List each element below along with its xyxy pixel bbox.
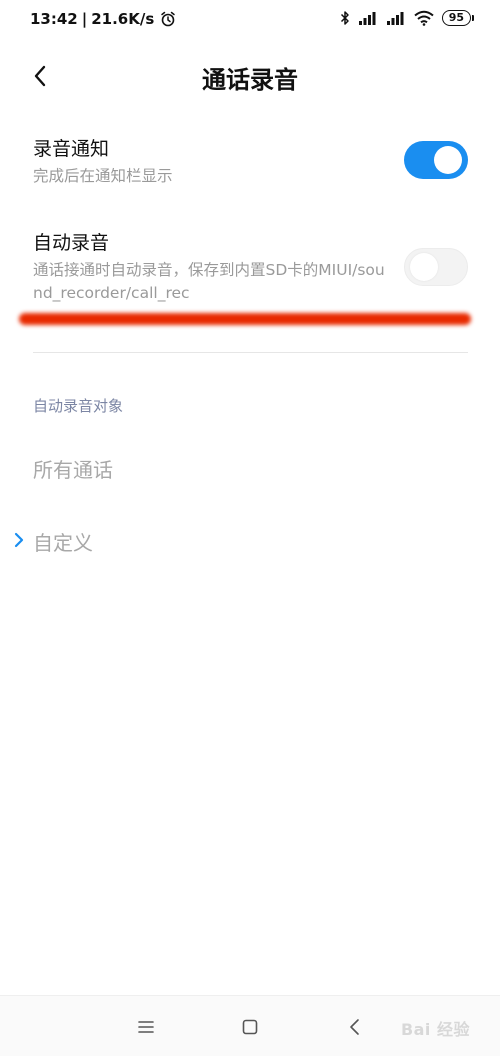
battery-level: 95 xyxy=(441,10,471,26)
signal-icon xyxy=(358,11,378,25)
status-right: 95 xyxy=(340,10,474,26)
status-time: 13:42 xyxy=(30,10,78,28)
back-nav-button[interactable] xyxy=(343,1016,367,1038)
battery-tip xyxy=(472,15,474,21)
nav-header: 通话录音 xyxy=(0,50,500,102)
signal-icon-2 xyxy=(386,11,406,25)
divider xyxy=(33,352,468,353)
recording-notification-toggle[interactable] xyxy=(404,141,468,179)
home-button[interactable] xyxy=(238,1016,262,1038)
status-bar: 13:42 | 21.6K/s 95 xyxy=(0,0,500,40)
status-left: 13:42 | 21.6K/s xyxy=(30,10,176,28)
setting-title: 录音通知 xyxy=(33,138,110,160)
annotation-underline xyxy=(19,313,471,325)
baidu-watermark: Bai 经验 xyxy=(400,1020,470,1039)
auto-recording-toggle[interactable] xyxy=(404,248,468,286)
toggle-knob xyxy=(410,253,438,281)
status-separator: | xyxy=(81,10,88,28)
page-title: 通话录音 xyxy=(202,66,298,94)
option-custom[interactable]: 自定义 xyxy=(33,527,93,556)
alarm-icon xyxy=(160,11,176,27)
setting-title: 自动录音 xyxy=(33,232,110,254)
section-header: 自动录音对象 xyxy=(33,397,124,415)
chevron-right-icon xyxy=(14,532,24,548)
home-square-icon xyxy=(242,1019,258,1035)
toggle-knob xyxy=(434,146,462,174)
setting-recording-notification[interactable]: 录音通知 完成后在通知栏显示 xyxy=(33,136,468,188)
option-all-calls[interactable]: 所有通话 xyxy=(33,454,113,483)
setting-auto-recording[interactable]: 自动录音 通话接通时自动录音，保存到内置SD卡的MIUI/sound_recor… xyxy=(33,230,468,305)
wifi-icon xyxy=(414,10,434,26)
back-triangle-icon xyxy=(350,1019,359,1035)
menu-icon xyxy=(138,1021,154,1033)
bottom-nav-bar: Bai 经验 xyxy=(0,995,500,1056)
network-speed: 21.6K/s xyxy=(91,10,155,28)
menu-button[interactable] xyxy=(134,1016,158,1038)
bluetooth-icon xyxy=(340,10,350,26)
setting-description: 完成后在通知栏显示 xyxy=(33,167,173,185)
setting-description: 通话接通时自动录音，保存到内置SD卡的MIUI/sound_recorder/c… xyxy=(33,261,385,302)
battery-indicator: 95 xyxy=(441,10,474,26)
